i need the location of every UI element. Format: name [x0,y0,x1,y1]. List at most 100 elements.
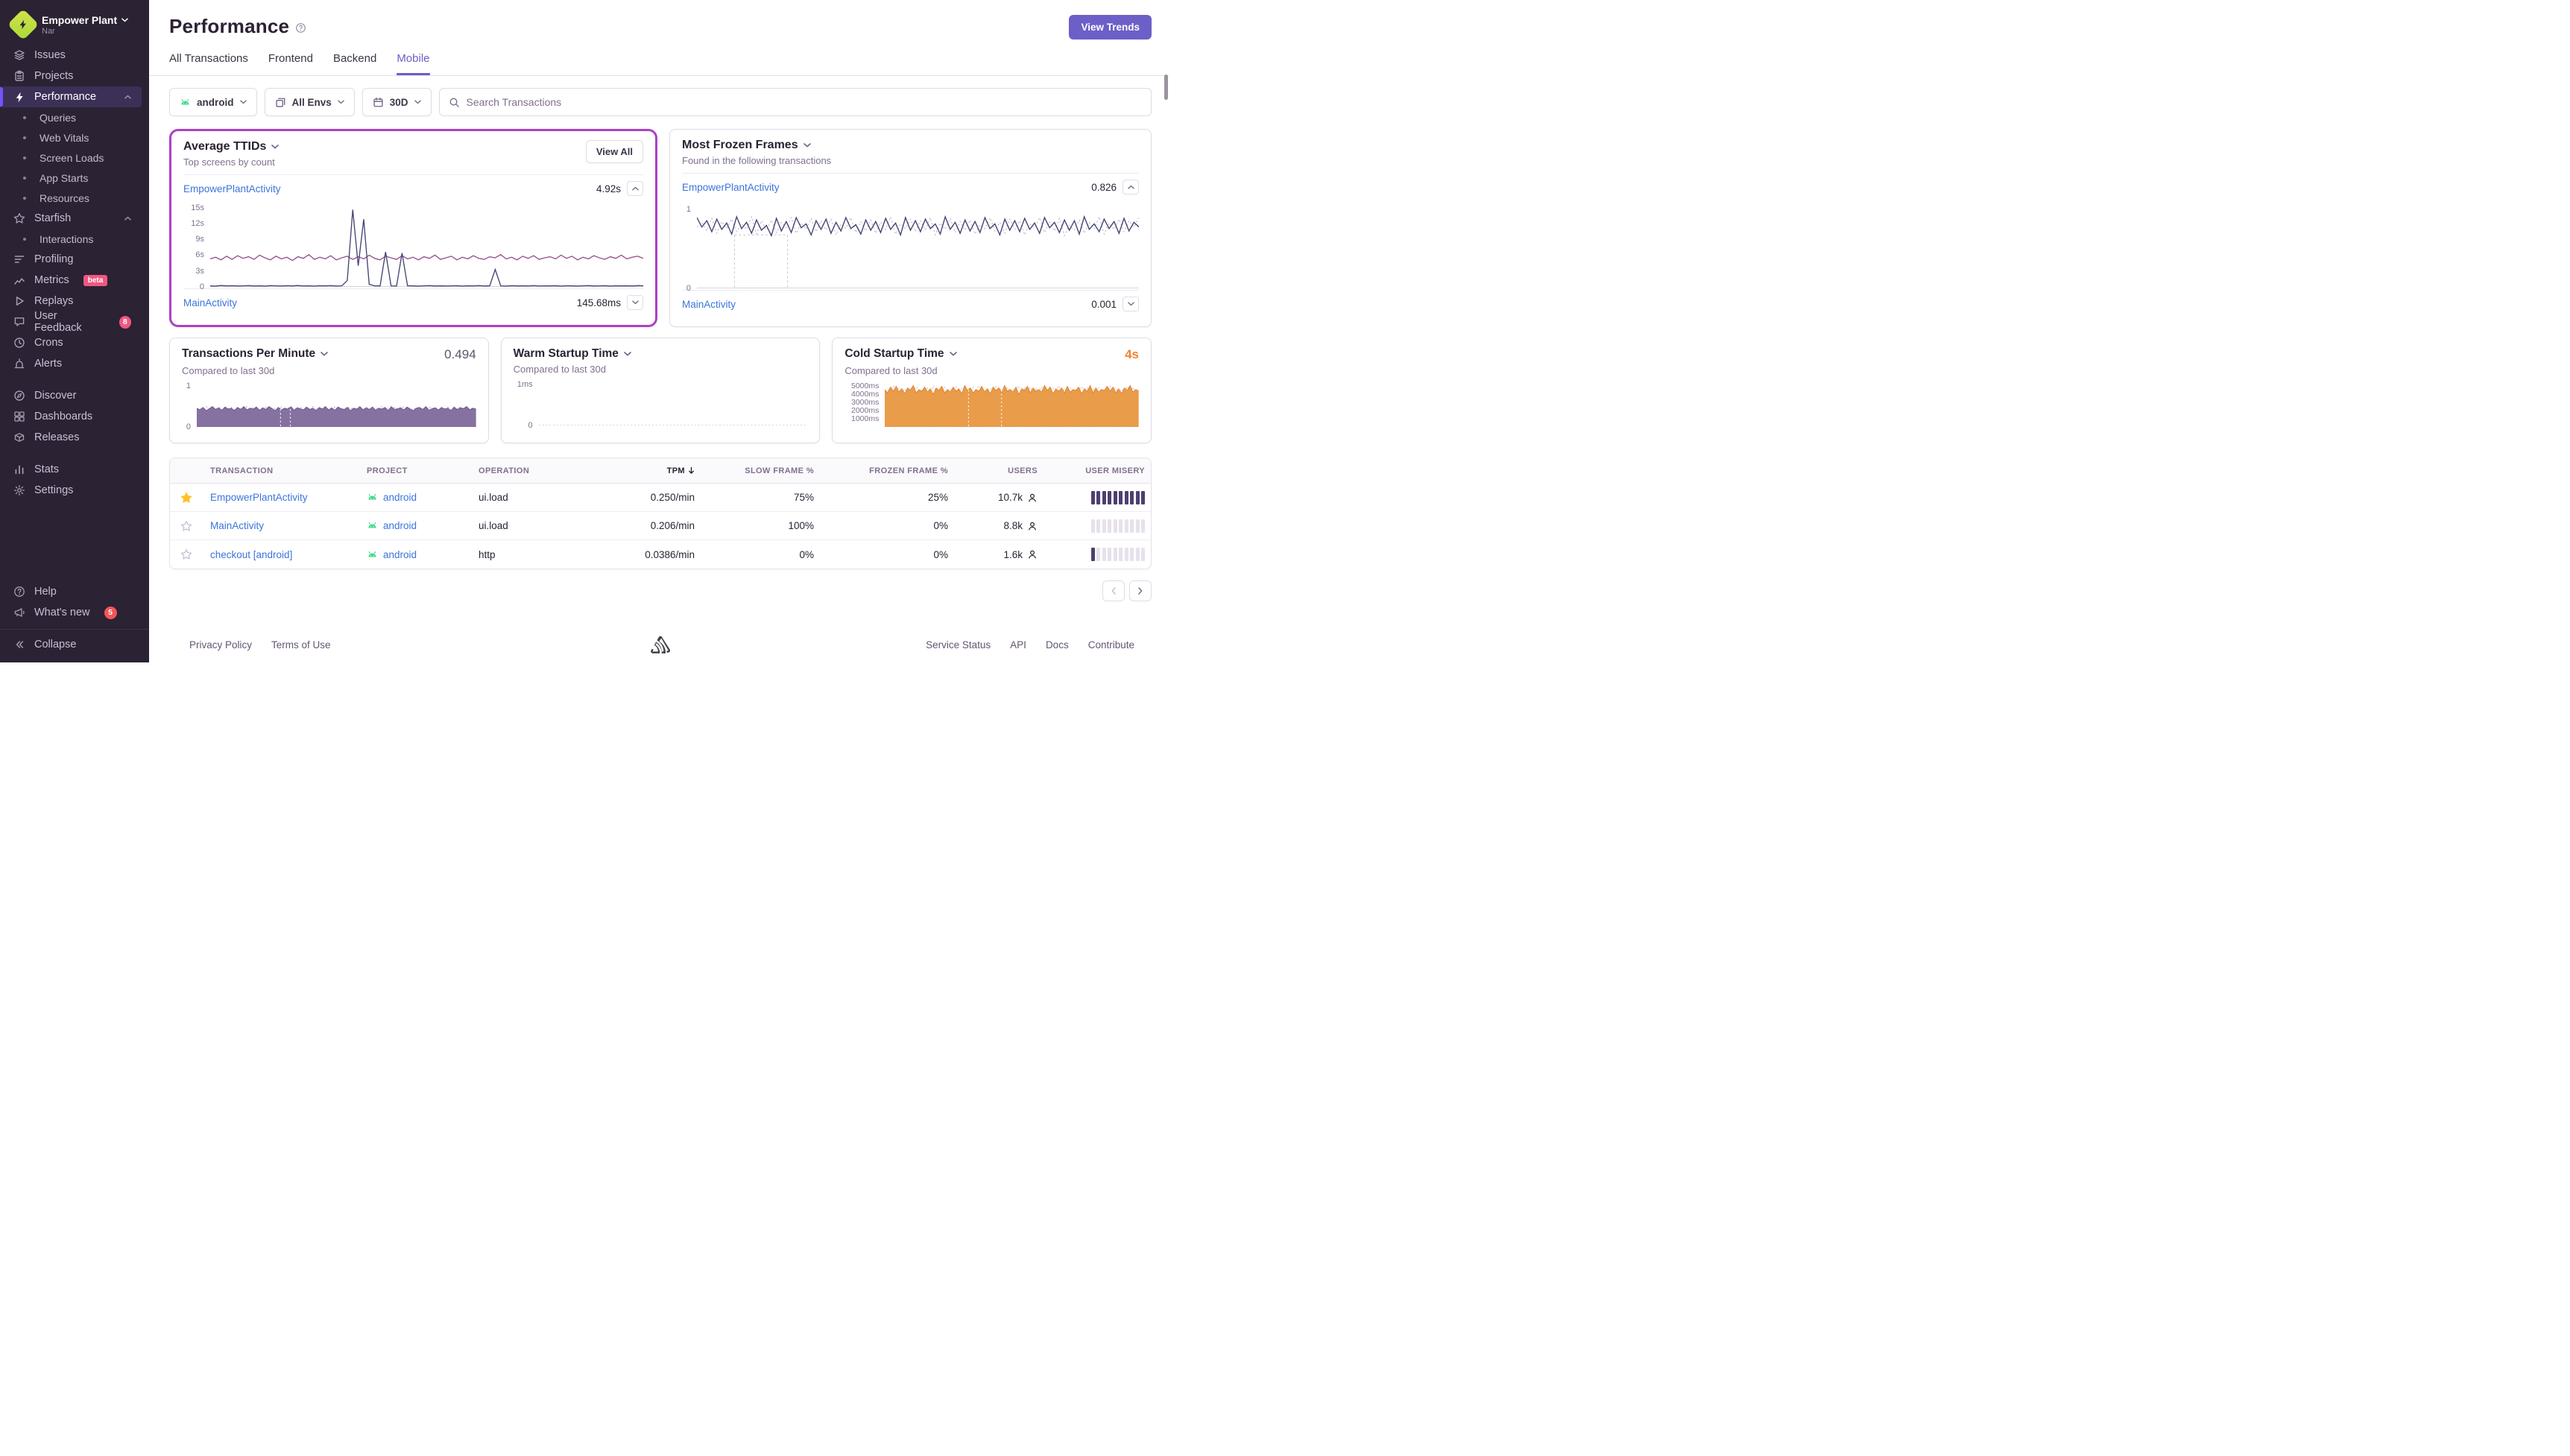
series-row: EmpowerPlantActivity 4.92s [183,175,643,202]
contribute-link[interactable]: Contribute [1088,639,1134,651]
widget-title-dropdown[interactable]: Warm Startup Time [514,347,631,361]
widget-title: Cold Startup Time [844,347,944,361]
help-icon[interactable] [295,21,306,34]
transaction-link[interactable]: EmpowerPlantActivity [183,183,281,194]
tpm-cell: 0.250/min [598,492,702,503]
column-header[interactable]: SLOW FRAME % [702,466,821,475]
operation-cell: ui.load [471,520,598,531]
transaction-link[interactable]: checkout [android] [210,549,292,560]
sidebar-item-issues[interactable]: Issues [0,45,142,66]
sidebar-item-performance[interactable]: Performance [0,86,142,107]
tab-all-transactions[interactable]: All Transactions [169,52,248,75]
transaction-link[interactable]: EmpowerPlantActivity [682,182,780,193]
service-status-link[interactable]: Service Status [926,639,991,651]
calendar-icon [373,97,384,108]
sidebar-item-projects[interactable]: Projects [0,66,142,86]
sidebar-item-metrics[interactable]: Metricsbeta [0,270,142,291]
sidebar-item-queries[interactable]: Queries [0,107,142,127]
column-header[interactable]: OPERATION [471,466,598,475]
sidebar-item-help[interactable]: Help [0,581,142,602]
tpm-cell: 0.0386/min [598,549,702,560]
sidebar-collapse-button[interactable]: Collapse [0,634,142,655]
tab-frontend[interactable]: Frontend [268,52,313,75]
sidebar-item-dashboards[interactable]: Dashboards [0,406,142,427]
collapse-series-button[interactable] [627,181,643,196]
terms-of-use-link[interactable]: Terms of Use [271,639,331,651]
column-header-sorted[interactable]: TPM [598,466,702,475]
sidebar-item-label: Dashboards [34,411,92,422]
y-axis-labels: 10 [182,382,192,427]
column-header[interactable]: FROZEN FRAME % [821,466,956,475]
sentry-logo[interactable] [650,636,671,655]
sidebar-item-alerts[interactable]: Alerts [0,353,142,374]
star-toggle[interactable] [180,520,192,532]
widget-title-dropdown[interactable]: Most Frozen Frames [682,139,831,152]
sidebar-item-resources[interactable]: Resources [0,188,142,208]
chevron-down-icon [632,300,639,305]
project-link[interactable]: android [383,520,417,531]
transaction-link[interactable]: MainActivity [682,299,736,310]
org-switcher[interactable]: Empower Plant Nar [0,10,149,45]
transaction-link[interactable]: MainActivity [183,297,237,308]
column-header[interactable]: PROJECT [359,466,471,475]
series-row: EmpowerPlantActivity 0.826 [682,174,1139,200]
star-toggle[interactable] [180,548,192,560]
sidebar-item-label: Metrics [34,274,69,286]
tab-backend[interactable]: Backend [333,52,376,75]
view-trends-button[interactable]: View Trends [1069,15,1152,39]
widget-title: Transactions Per Minute [182,347,315,361]
next-page-button[interactable] [1129,580,1152,601]
sidebar-item-interactions[interactable]: Interactions [0,229,142,249]
sidebar-item-app-starts[interactable]: App Starts [0,168,142,188]
sidebar-item-stats[interactable]: Stats [0,459,142,480]
sidebar-item-screen-loads[interactable]: Screen Loads [0,148,142,168]
star-icon [180,492,192,504]
project-link[interactable]: android [383,549,417,560]
environment-filter-label: All Envs [292,97,332,108]
sidebar-item-whats-new[interactable]: What's new5 [0,602,142,623]
widget-title-dropdown[interactable]: Average TTIDs [183,140,279,153]
sidebar-item-replays[interactable]: Replays [0,291,142,311]
count-badge: 8 [119,316,131,329]
sidebar-item-label: Collapse [34,639,76,651]
sidebar-item-discover[interactable]: Discover [0,385,142,406]
privacy-policy-link[interactable]: Privacy Policy [189,639,252,651]
environment-filter[interactable]: All Envs [265,88,355,116]
tpm-cell: 0.206/min [598,520,702,531]
android-icon [367,520,378,531]
slow-frame-cell: 75% [702,492,821,503]
sidebar-item-crons[interactable]: Crons [0,332,142,353]
collapse-series-button[interactable] [1123,180,1139,194]
project-filter[interactable]: android [169,88,257,116]
column-header[interactable]: TRANSACTION [203,466,359,475]
widget-title-dropdown[interactable]: Cold Startup Time [844,347,956,361]
sidebar-item-user-feedback[interactable]: User Feedback8 [0,311,142,332]
widget-title-dropdown[interactable]: Transactions Per Minute [182,347,328,361]
sidebar-bottom: Help What's new5 Collapse [0,581,149,655]
sidebar-item-releases[interactable]: Releases [0,427,142,448]
sidebar-item-web-vitals[interactable]: Web Vitals [0,127,142,148]
sidebar-item-profiling[interactable]: Profiling [0,249,142,270]
expand-series-button[interactable] [627,295,643,310]
sidebar-item-settings[interactable]: Settings [0,480,142,501]
previous-page-button[interactable] [1102,580,1125,601]
frozen-frame-cell: 0% [821,549,956,560]
docs-link[interactable]: Docs [1046,639,1069,651]
view-all-button[interactable]: View All [586,140,643,163]
search-transactions-input[interactable] [467,96,1142,108]
scrollbar-thumb[interactable] [1164,75,1168,100]
profiling-icon [13,253,26,265]
transaction-link[interactable]: MainActivity [210,520,264,531]
sidebar-item-starfish[interactable]: Starfish [0,208,142,229]
sidebar-item-label: Queries [40,112,76,124]
column-header[interactable]: USER MISERY [1045,466,1152,475]
expand-series-button[interactable] [1123,297,1139,311]
star-toggle[interactable] [180,492,192,504]
column-header[interactable]: USERS [956,466,1045,475]
tab-mobile[interactable]: Mobile [397,52,429,75]
api-link[interactable]: API [1010,639,1026,651]
transaction-link[interactable]: EmpowerPlantActivity [210,492,308,503]
project-link[interactable]: android [383,492,417,503]
date-range-filter[interactable]: 30D [362,88,432,116]
bullet-icon [23,177,26,180]
